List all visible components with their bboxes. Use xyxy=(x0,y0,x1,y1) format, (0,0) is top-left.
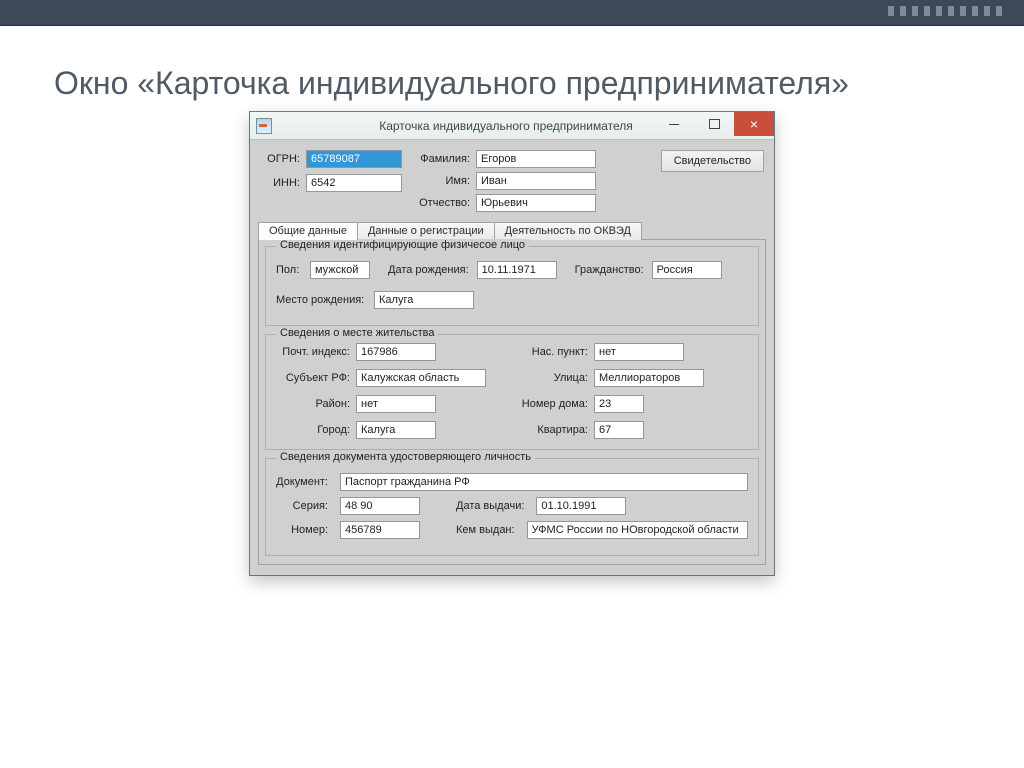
inn-label: ИНН: xyxy=(260,177,306,189)
city-input[interactable] xyxy=(356,421,436,439)
pob-label: Место рождения: xyxy=(276,294,368,306)
ogrn-input[interactable] xyxy=(306,150,402,168)
app-icon xyxy=(256,118,272,134)
panel-general: Сведения идентифицирующие физичесое лицо… xyxy=(258,239,766,565)
issuer-input[interactable] xyxy=(527,521,748,539)
region-label: Субъект РФ: xyxy=(276,372,356,384)
group-document: Сведения документа удостоверяющего лично… xyxy=(265,458,759,556)
district-input[interactable] xyxy=(356,395,436,413)
sex-input[interactable] xyxy=(310,261,370,279)
doc-label: Документ: xyxy=(276,476,334,488)
certificate-button[interactable]: Свидетельство xyxy=(661,150,764,172)
house-input[interactable] xyxy=(594,395,644,413)
region-input[interactable] xyxy=(356,369,486,387)
flat-label: Квартира: xyxy=(516,424,594,436)
patronymic-label: Отчество: xyxy=(418,197,476,209)
dob-input[interactable] xyxy=(477,261,557,279)
street-input[interactable] xyxy=(594,369,704,387)
app-window: Карточка индивидуального предпринимателя… xyxy=(250,112,774,575)
flat-input[interactable] xyxy=(594,421,644,439)
city-label: Город: xyxy=(276,424,356,436)
firstname-label: Имя: xyxy=(418,175,476,187)
patronymic-input[interactable] xyxy=(476,194,596,212)
titlebar: Карточка индивидуального предпринимателя… xyxy=(250,112,774,140)
street-label: Улица: xyxy=(516,372,594,384)
district-label: Район: xyxy=(276,398,356,410)
client-area: ОГРН: ИНН: Фамилия: Имя: Отчество: Свиде… xyxy=(250,140,774,575)
inn-input[interactable] xyxy=(306,174,402,192)
sex-label: Пол: xyxy=(276,264,304,276)
pob-input[interactable] xyxy=(374,291,474,309)
slide-heading: Окно «Карточка индивидуального предприни… xyxy=(54,64,1004,102)
tab-registration[interactable]: Данные о регистрации xyxy=(357,222,495,240)
maximize-button[interactable] xyxy=(694,112,734,136)
minimize-button[interactable] xyxy=(654,112,694,136)
lastname-label: Фамилия: xyxy=(418,153,476,165)
citizenship-input[interactable] xyxy=(652,261,722,279)
tabs: Общие данные Данные о регистрации Деятел… xyxy=(258,222,766,240)
doc-input[interactable] xyxy=(340,473,748,491)
town-input[interactable] xyxy=(594,343,684,361)
dob-label: Дата рождения: xyxy=(388,264,471,276)
window-buttons: × xyxy=(654,112,774,136)
lastname-input[interactable] xyxy=(476,150,596,168)
close-button[interactable]: × xyxy=(734,112,774,136)
firstname-input[interactable] xyxy=(476,172,596,190)
group-identity: Сведения идентифицирующие физичесое лицо… xyxy=(265,246,759,326)
header-row: ОГРН: ИНН: Фамилия: Имя: Отчество: Свиде… xyxy=(258,146,766,218)
group-address-title: Сведения о месте жительства xyxy=(276,327,438,339)
issuer-label: Кем выдан: xyxy=(456,524,521,536)
town-label: Нас. пункт: xyxy=(516,346,594,358)
group-address: Сведения о месте жительства Почт. индекс… xyxy=(265,334,759,450)
citizenship-label: Гражданство: xyxy=(575,264,646,276)
tab-general[interactable]: Общие данные xyxy=(258,222,358,240)
tab-okved[interactable]: Деятельность по ОКВЭД xyxy=(494,222,642,240)
group-identity-title: Сведения идентифицирующие физичесое лицо xyxy=(276,239,529,251)
house-label: Номер дома: xyxy=(516,398,594,410)
zip-label: Почт. индекс: xyxy=(276,346,356,358)
slide-top-bar xyxy=(0,0,1024,26)
ogrn-label: ОГРН: xyxy=(260,153,306,165)
zip-input[interactable] xyxy=(356,343,436,361)
number-label: Номер: xyxy=(276,524,334,536)
series-input[interactable] xyxy=(340,497,420,515)
series-label: Серия: xyxy=(276,500,334,512)
number-input[interactable] xyxy=(340,521,420,539)
group-document-title: Сведения документа удостоверяющего лично… xyxy=(276,451,535,463)
issue-input[interactable] xyxy=(536,497,626,515)
issue-label: Дата выдачи: xyxy=(456,500,530,512)
